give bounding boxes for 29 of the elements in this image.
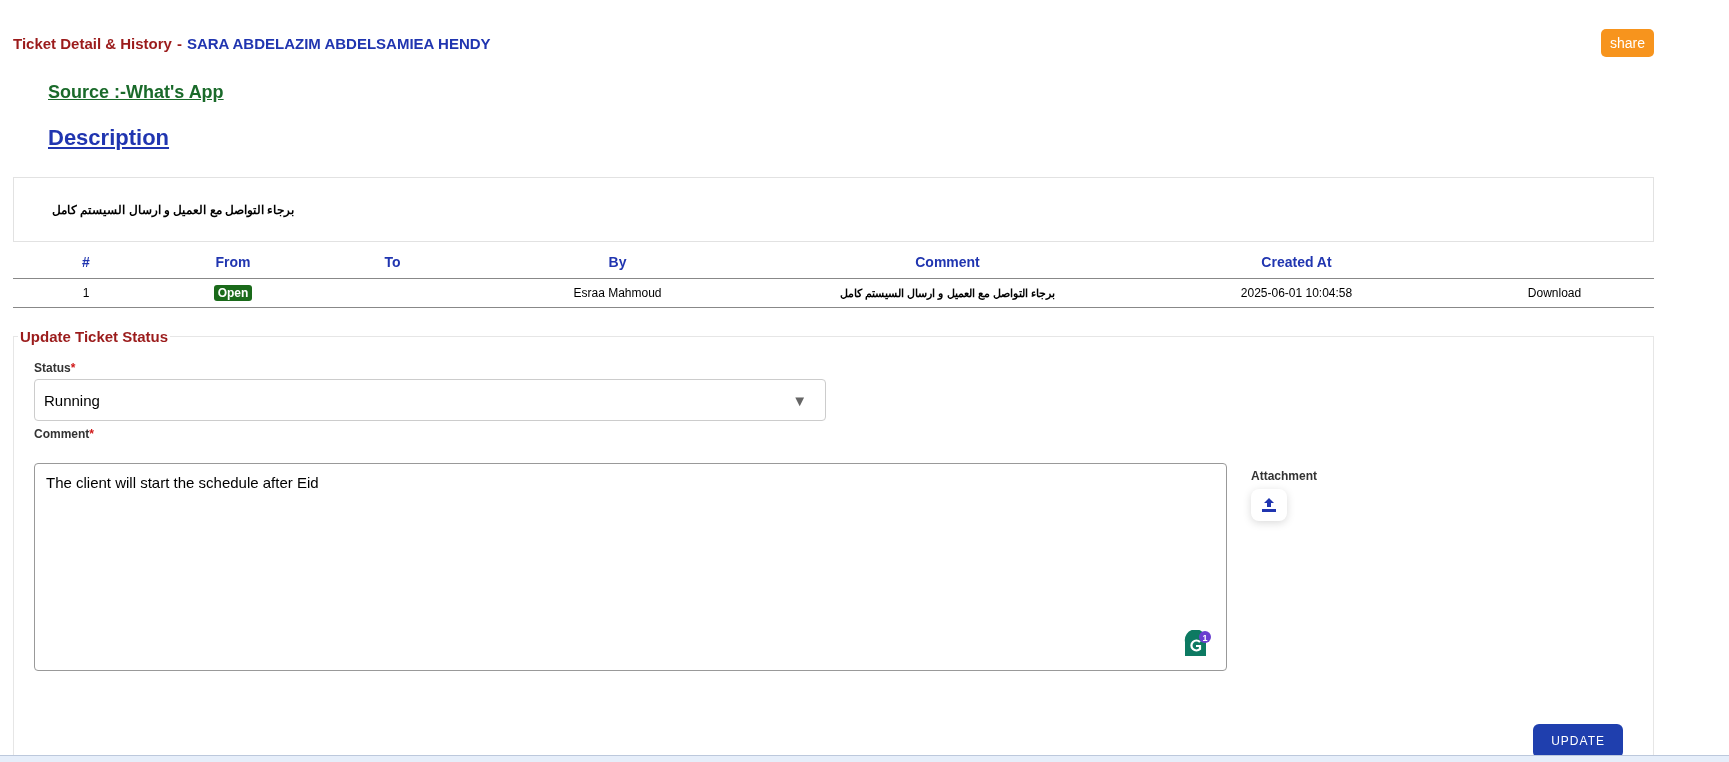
table-cell: برجاء التواصل مع العميل و ارسال السيستم كامل (840, 287, 1055, 299)
attachment-label: Attachment (1251, 469, 1317, 483)
update-button[interactable]: UPDATE (1533, 724, 1623, 758)
section-title: Update Ticket Status (19, 328, 170, 345)
field-label: Comment (34, 427, 90, 441)
column-header: Created At (1261, 254, 1332, 270)
upload-button[interactable] (1251, 489, 1287, 521)
required-mark: * (89, 427, 94, 441)
title-separator: - (176, 34, 182, 52)
comment-field[interactable]: The client will start the schedule after Eid 1 (34, 463, 1227, 671)
table-cell: 2025-06-01 10:04:58 (1138, 278, 1455, 308)
page-title: Ticket Detail & History (13, 34, 172, 52)
column-header: Comment (915, 254, 980, 270)
source-link[interactable]: Source :-What's App (48, 82, 224, 103)
column-header: To (384, 254, 401, 270)
customer-name: SARA ABDELAZIM ABDELSAMIEA HENDY (186, 34, 491, 52)
column-header: # (82, 254, 90, 270)
status-dropdown[interactable]: Running ▼ (34, 379, 826, 421)
description-heading: Description (48, 125, 170, 151)
upload-icon (1261, 497, 1277, 513)
field-label: Status (34, 361, 71, 375)
table-cell: 1 (13, 278, 159, 308)
download-link[interactable]: Download (1527, 286, 1582, 300)
column-header: From (215, 254, 251, 270)
required-mark: * (70, 361, 76, 375)
column-header: By (608, 254, 627, 270)
table-cell: Esraa Mahmoud (478, 278, 757, 308)
description-text: برجاء التواصل مع العميل و ارسال السيستم كامل (52, 202, 295, 217)
status-badge: Open (213, 285, 253, 301)
